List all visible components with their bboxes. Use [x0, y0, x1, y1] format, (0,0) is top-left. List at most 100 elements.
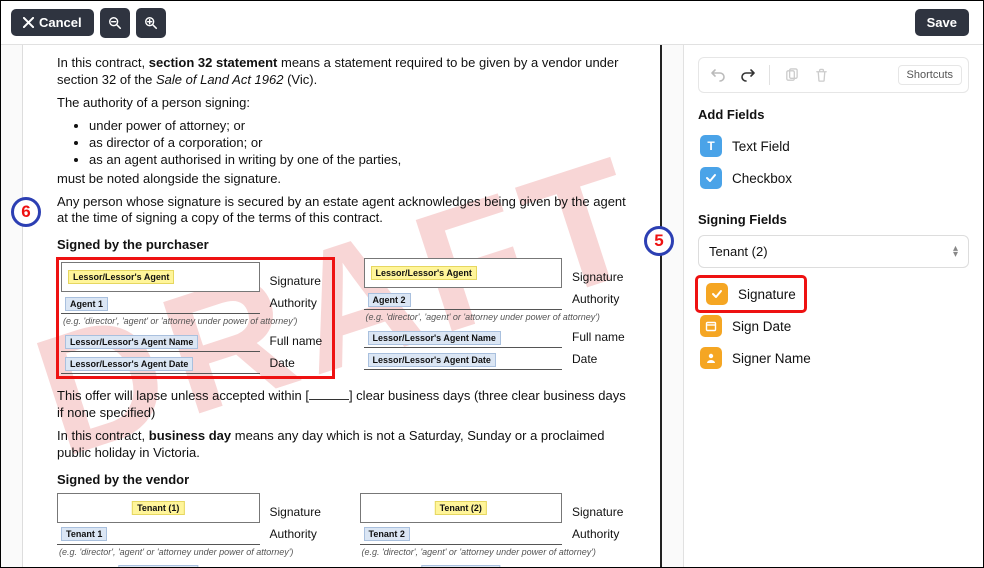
tag-agent1: Agent 1	[65, 297, 108, 311]
authority-hint: (e.g. 'director', 'agent' or 'attorney u…	[366, 312, 633, 322]
tag-lessor-agent: Lessor/Lessor's Agent	[371, 266, 477, 280]
document-scroll[interactable]: DRAFT In this contract, section 32 state…	[22, 45, 662, 567]
field-sign-date[interactable]: Sign Date	[698, 310, 969, 342]
fullname-line-t2[interactable]: Tenant (2) Name	[360, 563, 563, 567]
label-date: Date	[572, 352, 632, 370]
copy-icon	[784, 68, 799, 83]
vendor-signature-grid: Tenant (1) Signature Tenant 1 Authority …	[57, 493, 632, 567]
trash-icon	[814, 68, 829, 83]
save-button[interactable]: Save	[915, 9, 969, 36]
purchaser-col-2: Lessor/Lessor's Agent Signature Agent 2 …	[364, 258, 633, 378]
tag-tenant1-auth: Tenant 1	[61, 527, 107, 541]
tag-tenant1: Tenant (1)	[132, 501, 184, 515]
authority-line-1[interactable]: Agent 1	[61, 294, 260, 314]
list-item: as director of a corporation; or	[89, 135, 632, 150]
authority-line-t1[interactable]: Tenant 1	[57, 525, 260, 545]
tag-lessor-name: Lessor/Lessor's Agent Name	[65, 335, 198, 349]
list-item: under power of attorney; or	[89, 118, 632, 133]
field-signer-name[interactable]: Signer Name	[698, 342, 969, 374]
label-fullname: Full name	[270, 334, 330, 352]
tag-agent2: Agent 2	[368, 293, 411, 307]
authority-hint: (e.g. 'director', 'agent' or 'attorney u…	[63, 316, 330, 326]
label-authority: Authority	[572, 527, 632, 545]
chevron-updown-icon: ▴▾	[953, 246, 958, 258]
cancel-button[interactable]: Cancel	[11, 9, 94, 36]
undo-icon	[710, 67, 726, 83]
para-estate-agent: Any person whose signature is secured by…	[57, 194, 632, 228]
field-sign-date-label: Sign Date	[732, 319, 791, 334]
signature-icon	[706, 283, 728, 305]
document-area: 6 DRAFT In this contract, section 32 sta…	[1, 45, 683, 567]
purchaser-col-1: Lessor/Lessor's Agent Signature Agent 1 …	[57, 258, 334, 378]
copy-button[interactable]	[778, 62, 804, 88]
zoom-out-button[interactable]	[100, 8, 130, 38]
para-noted: must be noted alongside the signature.	[57, 171, 632, 188]
tag-lessor-date: Lessor/Lessor's Agent Date	[65, 357, 193, 371]
label-fullname: Full name	[270, 565, 330, 567]
text-field-icon: T	[700, 135, 722, 157]
signature-field-highlight: Signature	[698, 278, 804, 310]
field-signature-label: Signature	[738, 287, 796, 302]
label-authority: Authority	[270, 527, 330, 545]
field-text[interactable]: T Text Field	[698, 130, 969, 162]
label-authority: Authority	[270, 296, 330, 314]
person-icon	[700, 347, 722, 369]
fullname-line-2[interactable]: Lessor/Lessor's Agent Name	[364, 328, 563, 348]
authority-line-t2[interactable]: Tenant 2	[360, 525, 563, 545]
toolbar-separator	[769, 65, 770, 85]
main: 6 DRAFT In this contract, section 32 sta…	[1, 45, 983, 567]
field-checkbox-label: Checkbox	[732, 171, 792, 186]
redo-icon	[740, 67, 756, 83]
calendar-icon	[700, 315, 722, 337]
field-checkbox[interactable]: Checkbox	[698, 162, 969, 194]
signer-select[interactable]: Tenant (2) ▴▾	[698, 235, 969, 268]
tag-tenant2-name: Tenant (2) Name	[421, 565, 500, 567]
para-section32: In this contract, section 32 statement m…	[57, 55, 632, 89]
blank-days[interactable]	[309, 389, 349, 401]
authority-line-2[interactable]: Agent 2	[364, 290, 563, 310]
tag-lessor-name: Lessor/Lessor's Agent Name	[368, 331, 501, 345]
zoom-out-icon	[108, 16, 122, 30]
shortcuts-button[interactable]: Shortcuts	[898, 65, 962, 85]
para-authority-intro: The authority of a person signing:	[57, 95, 632, 112]
sig-box-lessor-2[interactable]: Lessor/Lessor's Agent	[364, 258, 563, 288]
label-authority: Authority	[572, 292, 632, 310]
label-signature: Signature	[572, 505, 632, 523]
signer-selected-label: Tenant (2)	[709, 244, 768, 259]
tag-tenant1-name: Tenant (1) Name	[119, 565, 198, 567]
fullname-line-1[interactable]: Lessor/Lessor's Agent Name	[61, 332, 260, 352]
zoom-in-button[interactable]	[136, 8, 166, 38]
sig-box-lessor-1[interactable]: Lessor/Lessor's Agent	[61, 262, 260, 292]
fullname-line-t1[interactable]: Tenant (1) Name	[57, 563, 260, 567]
authority-hint: (e.g. 'director', 'agent' or 'attorney u…	[362, 547, 633, 557]
redo-button[interactable]	[735, 62, 761, 88]
field-signer-name-label: Signer Name	[732, 351, 811, 366]
tag-tenant2-auth: Tenant 2	[364, 527, 410, 541]
zoom-in-icon	[144, 16, 158, 30]
heading-vendor: Signed by the vendor	[57, 472, 632, 487]
app-root: Cancel Save 6 DRAFT In this contract, se…	[0, 0, 984, 568]
close-icon	[23, 17, 34, 28]
date-line-2[interactable]: Lessor/Lessor's Agent Date	[364, 350, 563, 370]
para-lapse: This offer will lapse unless accepted wi…	[57, 388, 632, 422]
save-label: Save	[927, 15, 957, 30]
document-content: In this contract, section 32 statement m…	[23, 45, 660, 567]
label-fullname: Full name	[572, 330, 632, 348]
heading-purchaser: Signed by the purchaser	[57, 237, 632, 252]
label-signature: Signature	[270, 274, 330, 292]
field-signature[interactable]: Signature	[700, 280, 802, 308]
date-line-1[interactable]: Lessor/Lessor's Agent Date	[61, 354, 260, 374]
label-fullname: Full name	[572, 565, 632, 567]
tag-tenant2: Tenant (2)	[435, 501, 487, 515]
vendor-col-2: Tenant (2) Signature Tenant 2 Authority …	[360, 493, 633, 567]
label-signature: Signature	[572, 270, 632, 288]
delete-button[interactable]	[808, 62, 834, 88]
callout-6: 6	[11, 197, 41, 227]
undo-button[interactable]	[705, 62, 731, 88]
purchaser-signature-grid: Lessor/Lessor's Agent Signature Agent 1 …	[57, 258, 632, 378]
sig-box-tenant-2[interactable]: Tenant (2)	[360, 493, 563, 523]
panel-toolbar: Shortcuts	[698, 57, 969, 93]
heading-signing-fields: Signing Fields	[698, 212, 969, 227]
heading-add-fields: Add Fields	[698, 107, 969, 122]
sig-box-tenant-1[interactable]: Tenant (1)	[57, 493, 260, 523]
